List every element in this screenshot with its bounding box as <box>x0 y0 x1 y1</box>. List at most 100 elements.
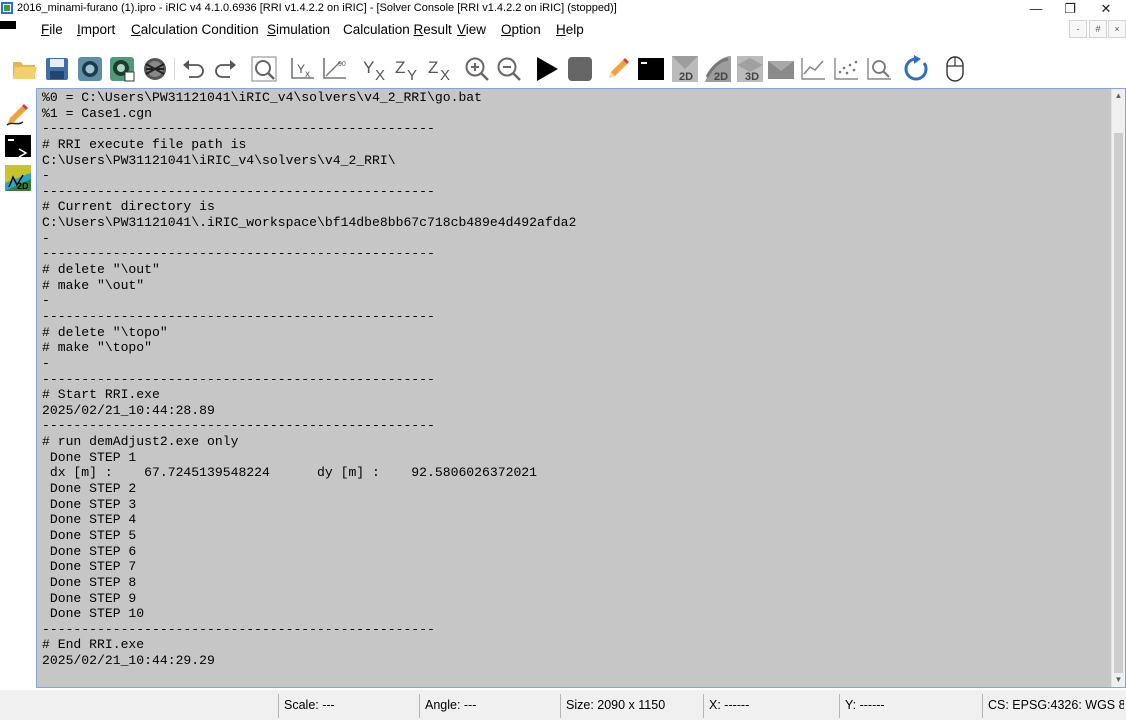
mdi-restore-button[interactable]: # <box>1089 20 1107 38</box>
console-line: C:\Users\PW31121041\.iRIC_workspace\bf14… <box>42 215 577 231</box>
chart-zoom-icon[interactable] <box>864 54 894 84</box>
menu-file-mnemonic: F <box>41 22 50 37</box>
rotate-90-icon[interactable]: 90 <box>320 54 350 84</box>
console-line: - <box>42 230 50 246</box>
left-dock-toolbar: 2D <box>0 88 36 688</box>
open-folder-icon[interactable] <box>10 54 40 84</box>
mouse-icon[interactable] <box>940 54 970 84</box>
menu-calculation-condition[interactable]: Calculation Condition <box>131 22 259 37</box>
status-y: Y: ------ <box>839 694 969 718</box>
menu-help[interactable]: Help <box>556 22 584 37</box>
no-camera-icon[interactable] <box>140 54 170 84</box>
status-size: Size: 2090 x 1150 <box>560 694 690 718</box>
3d-view-label: 3D <box>745 71 759 83</box>
minimize-window-button[interactable]: — <box>1018 0 1054 18</box>
solver-console-icon[interactable] <box>4 132 32 160</box>
console-line: ----------------------------------------… <box>42 371 435 387</box>
menu-import[interactable]: Import <box>77 22 115 37</box>
console-line: 2025/02/21_10:44:29.29 <box>42 653 215 669</box>
scroll-down-icon[interactable]: ▼ <box>1112 673 1125 687</box>
console-line: # End RRI.exe <box>42 637 145 653</box>
edit-object-browser-icon[interactable] <box>4 100 32 128</box>
console-line: Done STEP 9 <box>42 590 137 606</box>
redo-icon[interactable] <box>211 54 241 84</box>
zoom-out-icon[interactable] <box>494 54 524 84</box>
menu-bar: File Import Calculation Condition Simula… <box>0 18 1126 42</box>
zx-axis-label-z: Z <box>428 58 438 77</box>
menu-calculation-condition-mnemonic: C <box>131 22 141 37</box>
console-vertical-scrollbar[interactable]: ▲ ▼ <box>1111 89 1125 687</box>
console-line: Done STEP 3 <box>42 496 137 512</box>
mdi-close-button[interactable]: × <box>1108 20 1126 38</box>
status-x: X: ------ <box>703 694 833 718</box>
console-line: ----------------------------------------… <box>42 418 435 434</box>
console-line: 2025/02/21_10:44:28.89 <box>42 402 215 418</box>
console-line: ----------------------------------------… <box>42 246 435 262</box>
menu-file[interactable]: File <box>41 22 63 37</box>
console-window-icon <box>0 21 16 29</box>
xy-view-icon[interactable]: Yx <box>287 54 317 84</box>
pencil-icon[interactable] <box>603 54 633 84</box>
menu-option[interactable]: Option <box>501 22 541 37</box>
menu-simulation[interactable]: Simulation <box>267 22 330 37</box>
surface-icon[interactable] <box>766 54 796 84</box>
menu-calculation-result-mnemonic: R <box>413 22 424 37</box>
console-output[interactable]: %0 = C:\Users\PW31121041\iRIC_v4\solvers… <box>42 90 1114 686</box>
window-title: 2016_minami-furano (1).ipro - iRIC v4 4.… <box>17 2 617 14</box>
line-chart-icon[interactable] <box>798 54 828 84</box>
title-bar: 2016_minami-furano (1).ipro - iRIC v4 4.… <box>0 0 1126 18</box>
menu-import-rest: mport <box>80 22 116 37</box>
mdi-minimize-button[interactable]: - <box>1069 20 1087 38</box>
console-icon[interactable] <box>636 54 666 84</box>
close-window-button[interactable]: ✕ <box>1088 0 1124 18</box>
menu-simulation-rest: imulation <box>276 22 331 37</box>
console-line: # Current directory is <box>42 199 215 215</box>
zoom-fit-icon[interactable] <box>249 54 279 84</box>
scatter-chart-icon[interactable] <box>831 54 861 84</box>
console-line: Done STEP 10 <box>42 606 145 622</box>
restore-window-button[interactable]: ❐ <box>1052 0 1088 18</box>
menu-calculation-condition-rest: alculation Condition <box>140 22 259 37</box>
run-icon[interactable] <box>532 54 562 84</box>
console-line: # delete "\out" <box>42 262 160 278</box>
scroll-up-icon[interactable]: ▲ <box>1112 89 1125 103</box>
snapshot-add-icon[interactable] <box>107 54 137 84</box>
menu-help-mnemonic: H <box>556 22 566 37</box>
svg-text:x: x <box>305 69 310 80</box>
undo-icon[interactable] <box>178 54 208 84</box>
zx-axis-icon[interactable]: ZX <box>425 54 455 84</box>
solver-console-window: %0 = C:\Users\PW31121041\iRIC_v4\solvers… <box>36 88 1126 688</box>
menu-help-rest: elp <box>565 22 584 37</box>
console-line: ----------------------------------------… <box>42 621 435 637</box>
snapshot-icon[interactable] <box>75 54 105 84</box>
console-line: # RRI execute file path is <box>42 136 247 152</box>
menu-view[interactable]: View <box>457 22 486 37</box>
console-line: ----------------------------------------… <box>42 308 435 324</box>
console-line: ----------------------------------------… <box>42 183 435 199</box>
main-toolbar: Yx 90 YX ZY ZX 2D 2D 3D <box>0 50 1126 88</box>
post-processing-icon[interactable]: 2D <box>4 164 32 192</box>
2d-view-alt-icon[interactable]: 2D <box>703 54 733 84</box>
console-line: ----------------------------------------… <box>42 121 435 137</box>
zx-axis-label-x: X <box>440 67 450 82</box>
zoom-in-icon[interactable] <box>462 54 492 84</box>
stop-icon[interactable] <box>565 54 595 84</box>
refresh-icon[interactable] <box>901 54 931 84</box>
zy-axis-label-z: Z <box>395 58 405 77</box>
3d-view-icon[interactable]: 3D <box>735 54 765 84</box>
scrollbar-thumb[interactable] <box>1114 133 1123 673</box>
menu-view-rest: iew <box>465 22 487 37</box>
yx-axis-label-y: Y <box>363 58 374 77</box>
console-line: Done STEP 1 <box>42 449 137 465</box>
zy-axis-icon[interactable]: ZY <box>392 54 422 84</box>
2d-view-icon[interactable]: 2D <box>670 54 700 84</box>
save-icon[interactable] <box>42 54 72 84</box>
yx-axis-label-x: X <box>375 67 385 82</box>
console-line: %1 = Case1.cgn <box>42 105 153 121</box>
yx-axis-icon[interactable]: YX <box>360 54 390 84</box>
menu-calculation-result[interactable]: Calculation Result <box>343 22 452 37</box>
iric-app-icon <box>1 2 13 14</box>
menu-calculation-result-rest: esult <box>423 22 452 37</box>
menu-option-mnemonic: O <box>501 22 512 37</box>
svg-text:Y: Y <box>297 62 305 76</box>
